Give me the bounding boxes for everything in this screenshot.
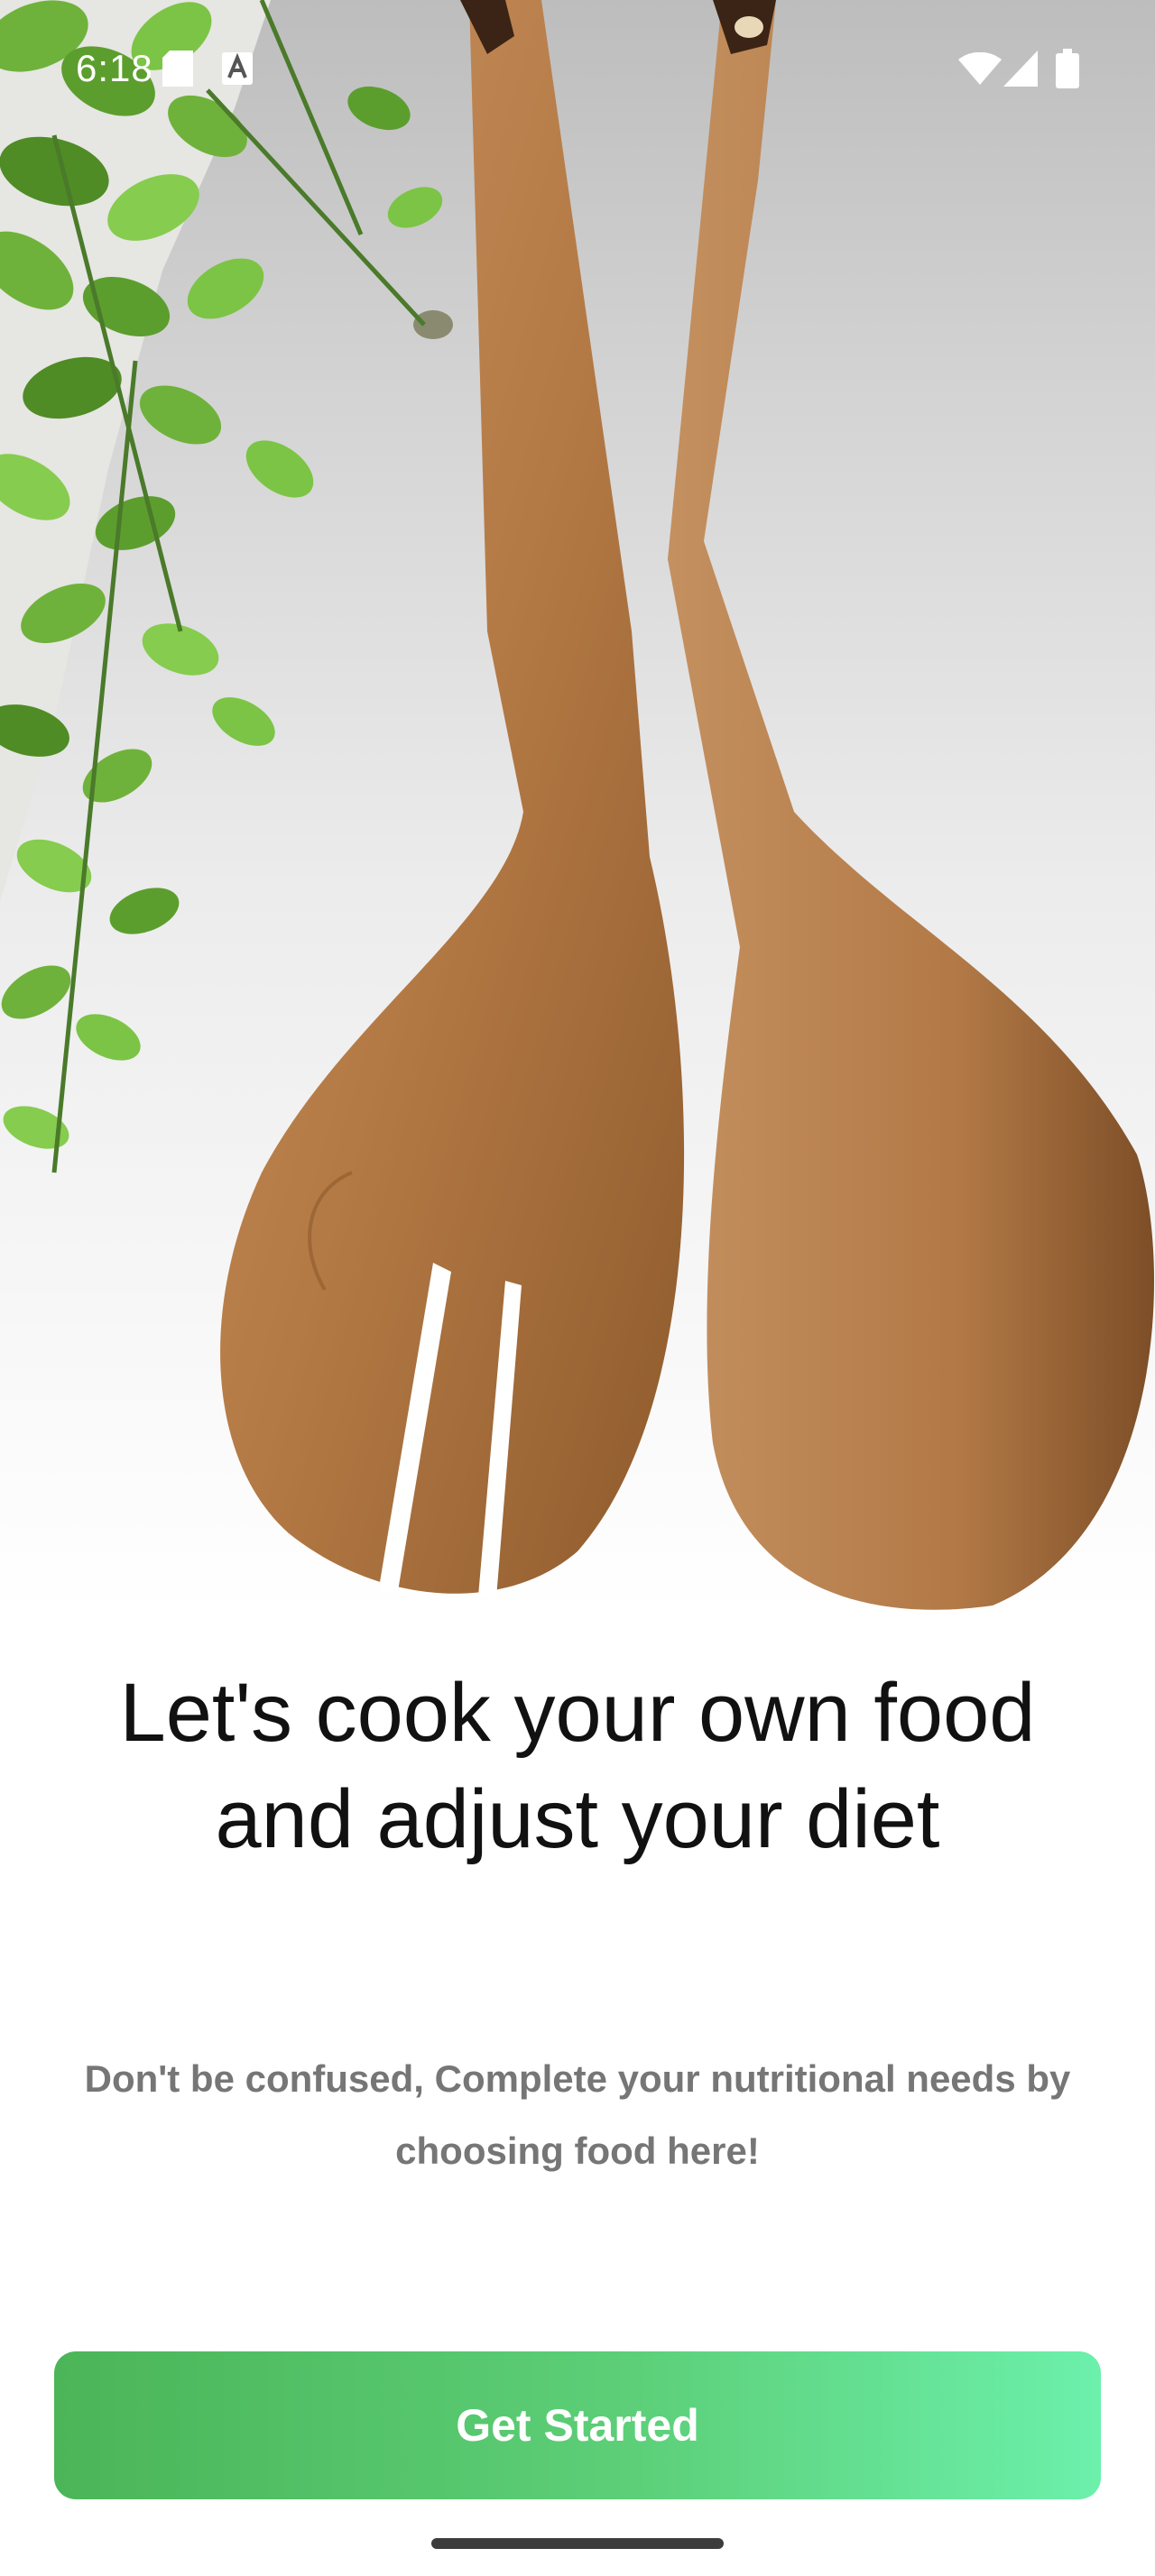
wooden-spoon	[668, 0, 1155, 1610]
onboarding-title: Let's cook your own food and adjust your…	[119, 1667, 1036, 1865]
status-bar: 6:18	[0, 0, 1155, 135]
eucalyptus-leaves	[0, 0, 453, 1173]
hero-illustration	[0, 0, 1155, 1615]
onboarding-subtitle: Don't be confused, Complete your nutriti…	[84, 2057, 1071, 2172]
status-time: 6:18	[76, 47, 153, 89]
home-indicator[interactable]	[431, 2538, 724, 2549]
salad-servers-image	[0, 0, 1155, 1610]
wooden-fork	[220, 0, 685, 1598]
keyboard-a-icon	[222, 52, 253, 85]
get-started-button[interactable]: Get Started	[54, 2351, 1101, 2499]
signal-icon	[1003, 51, 1038, 87]
sd-card-icon	[162, 51, 193, 87]
wifi-icon	[958, 52, 1002, 85]
battery-icon	[1056, 49, 1079, 88]
